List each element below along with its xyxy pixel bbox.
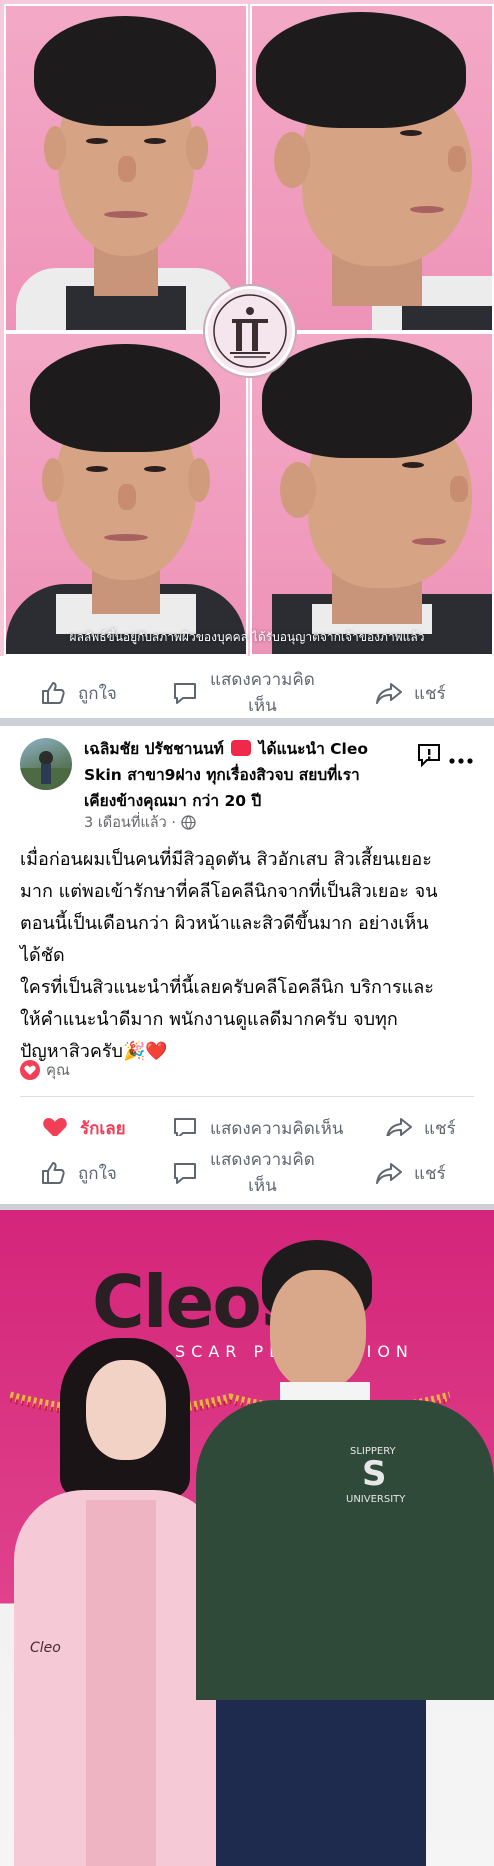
heart-reaction-icon xyxy=(20,1060,40,1080)
comment-label-line2: เห็น xyxy=(248,696,277,716)
share-label: แชร์ xyxy=(414,1163,446,1184)
body-line: ให้คำแนะนำดีมาก พนักงานดูแลดีมากครับ จบท… xyxy=(20,1009,398,1030)
avatar[interactable] xyxy=(20,738,72,790)
feed-separator xyxy=(0,718,494,726)
like-button[interactable]: ถูกใจ xyxy=(38,1136,117,1210)
post-header: เฉลิมชัย ปรัชชานนท์ ได้แนะนำ Cleo Skin ส… xyxy=(84,736,404,814)
clinic-visit-photo[interactable]: CleoS ACNE SCAR PERFECTION Cleo SLIPPERY… xyxy=(0,1210,494,1866)
body-line: ได้ชัด xyxy=(20,945,65,966)
post-body: เมื่อก่อนผมเป็นคนที่มีสิวอุดตัน สิวอักเส… xyxy=(20,844,478,1068)
thumbs-up-icon xyxy=(38,678,68,708)
cleo-skin-logo-icon xyxy=(205,286,295,376)
man-pants xyxy=(216,1700,426,1866)
results-disclaimer: ผลลัพธ์ขึ้นอยู่กับสภาพผิวของบุคคล ได้รับ… xyxy=(69,630,425,644)
before-side-photo xyxy=(250,4,494,332)
divider xyxy=(20,1096,474,1097)
before-front-photo xyxy=(4,4,248,332)
post-timestamp[interactable]: 3 เดือนที่แล้ว · xyxy=(84,815,176,831)
reaction-summary[interactable]: คุณ xyxy=(20,1058,70,1082)
share-icon xyxy=(374,1158,404,1188)
recommends-line1[interactable]: ได้แนะนำ Cleo xyxy=(259,740,368,758)
before-after-collage[interactable]: ผลลัพธ์ขึ้นอยู่กับสภาพผิวของบุคคล ได้รับ… xyxy=(0,0,494,656)
recommend-icon xyxy=(231,740,252,756)
share-label: แชร์ xyxy=(414,683,446,704)
share-button[interactable]: แชร์ xyxy=(374,1136,446,1210)
woman-dress xyxy=(86,1500,156,1866)
body-line: ใครที่เป็นสิวแนะนำที่นี้เลยครับคลีโอคลีน… xyxy=(20,977,434,998)
recommends-line3[interactable]: เคียงข้างคุณมา กว่า 20 ปี xyxy=(84,792,261,810)
post-action-bar: ถูกใจ แสดงความคิด เห็น แชร์ xyxy=(0,1136,494,1210)
comment-label-line1: แสดงความคิด xyxy=(210,670,315,690)
coat-logo-text: Cleo xyxy=(30,1640,61,1656)
shirt-print-bottom: UNIVERSITY xyxy=(346,1494,406,1505)
body-line: ตอนนี้เป็นเดือนกว่า ผิวหน้าและสิวดีขึ้นม… xyxy=(20,913,429,934)
thumbs-up-icon xyxy=(38,1158,68,1188)
body-line: เมื่อก่อนผมเป็นคนที่มีสิวอุดตัน สิวอักเส… xyxy=(20,849,432,870)
more-options-icon[interactable] xyxy=(448,750,474,769)
like-label: ถูกใจ xyxy=(78,683,117,704)
body-line: มาก แต่พอเข้ารักษาที่คลีโอคลีนิกจากที่เป… xyxy=(20,881,438,902)
report-icon[interactable] xyxy=(416,742,442,772)
post-meta: 3 เดือนที่แล้ว · xyxy=(84,811,196,834)
review-post: เฉลิมชัย ปรัชชานนท์ ได้แนะนำ Cleo Skin ส… xyxy=(0,726,494,1204)
comment-icon xyxy=(170,1158,200,1188)
after-side-photo xyxy=(250,332,494,656)
like-label: ถูกใจ xyxy=(78,1163,117,1184)
comment-icon xyxy=(170,678,200,708)
after-front-photo xyxy=(4,332,248,656)
share-icon xyxy=(374,678,404,708)
reaction-label: คุณ xyxy=(46,1061,70,1079)
body-line: ปัญหาสิวครับ🎉❤️ xyxy=(20,1041,168,1062)
recommends-line2[interactable]: Skin สาขา9ฝาง ทุกเรื่องสิวจบ สยบที่เรา xyxy=(84,766,360,784)
author-name[interactable]: เฉลิมชัย ปรัชชานนท์ xyxy=(84,740,224,758)
woman-face xyxy=(86,1360,166,1460)
man-sweater xyxy=(196,1400,494,1700)
globe-icon xyxy=(180,815,196,834)
comment-button[interactable]: แสดงความคิด เห็น xyxy=(170,1136,315,1210)
shirt-print-letter: S xyxy=(362,1454,387,1494)
comment-label-line1: แสดงความคิด xyxy=(210,1150,315,1170)
man-face xyxy=(270,1270,366,1390)
comment-label-line2: เห็น xyxy=(248,1176,277,1196)
